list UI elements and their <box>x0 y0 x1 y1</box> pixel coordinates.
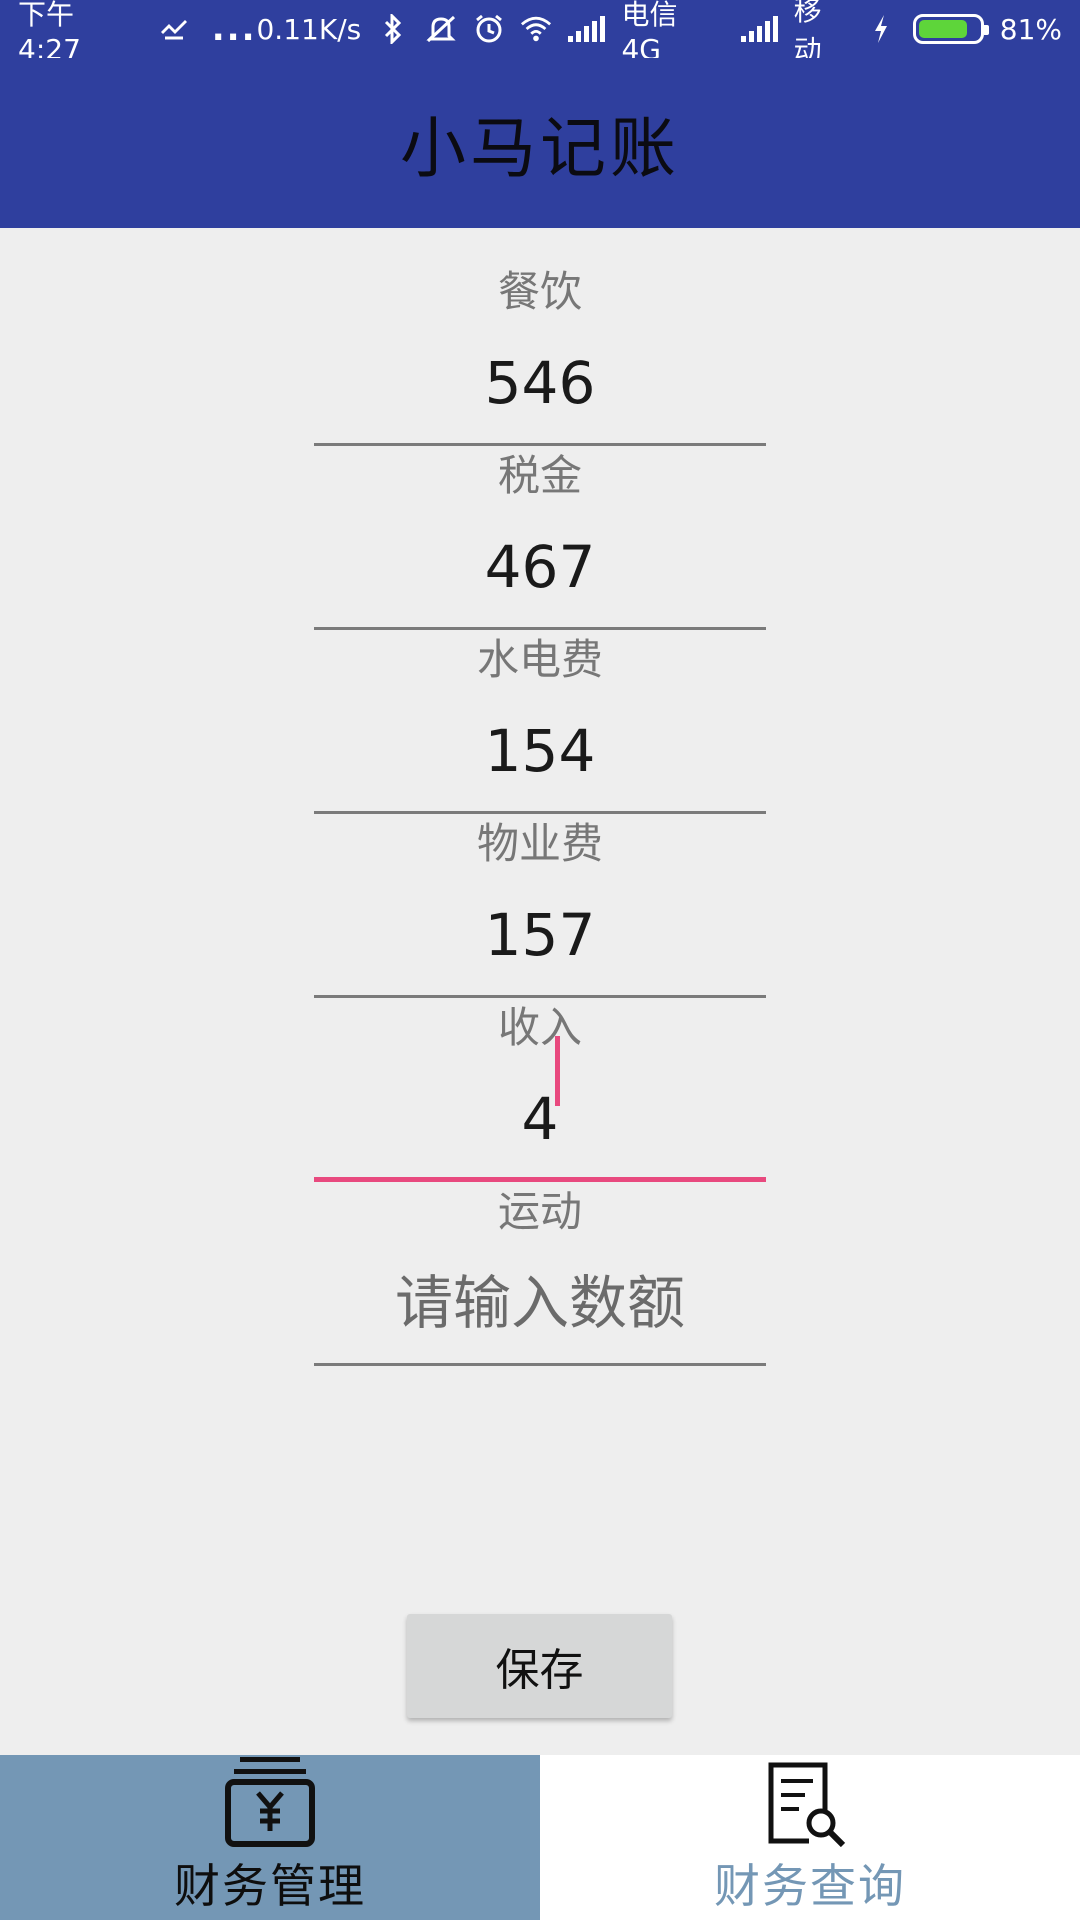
field-label: 水电费 <box>476 635 603 684</box>
tab-label: 财务管理 <box>174 1859 366 1913</box>
mute-icon <box>425 13 457 45</box>
field-label: 收入 <box>497 1003 582 1052</box>
tab-label: 财务查询 <box>714 1859 906 1913</box>
wifi-icon <box>520 13 552 45</box>
notification-icon <box>158 13 190 45</box>
charging-icon <box>865 13 897 45</box>
utilities-input[interactable] <box>314 716 766 786</box>
tab-finance-query[interactable]: 财务查询 <box>540 1755 1080 1920</box>
battery-level <box>918 20 967 38</box>
more-notifications-icon: ... <box>211 9 257 49</box>
bottom-nav: 财务管理 财务查询 <box>0 1755 1080 1920</box>
dining-input[interactable] <box>314 348 766 418</box>
save-button[interactable]: 保存 <box>407 1614 672 1718</box>
status-bar: 下午4:27 ... 0.11K/s 电信 4G 移动 81% <box>0 0 1080 67</box>
signal-icon-1 <box>568 16 606 42</box>
sports-input[interactable] <box>314 1268 766 1338</box>
bluetooth-icon <box>377 13 409 45</box>
carrier-1: 电信 4G <box>621 0 678 66</box>
field-label: 运动 <box>497 1187 582 1236</box>
text-caret <box>555 1036 560 1106</box>
document-search-icon <box>765 1761 855 1851</box>
tax-input[interactable] <box>314 532 766 602</box>
field-label: 税金 <box>497 451 582 500</box>
alarm-icon <box>473 13 505 45</box>
signal-icon-2 <box>740 16 778 42</box>
input-underline <box>314 1363 766 1366</box>
tab-finance-management[interactable]: 财务管理 <box>0 1755 540 1920</box>
network-speed: 0.11K/s <box>256 12 362 46</box>
field-label: 物业费 <box>476 819 603 868</box>
app-bar: 小马记账 <box>0 58 1080 228</box>
status-time: 下午4:27 <box>18 0 81 66</box>
field-sports: 运动 <box>0 1148 1080 1373</box>
battery-percent: 81% <box>999 12 1063 46</box>
field-label: 餐饮 <box>497 267 582 316</box>
battery-icon <box>912 14 990 44</box>
app-title: 小马记账 <box>400 110 680 187</box>
property-fee-input[interactable] <box>314 900 766 970</box>
income-input[interactable] <box>314 1084 766 1154</box>
yuan-wallet-icon <box>222 1755 318 1853</box>
